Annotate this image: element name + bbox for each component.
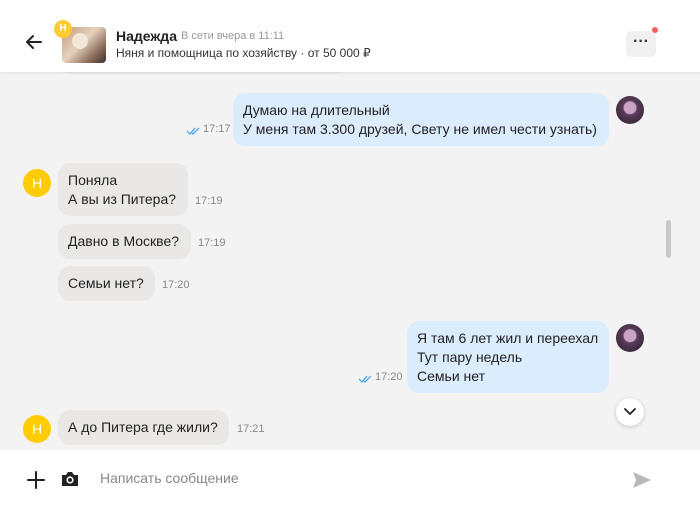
chevron-down-icon	[624, 408, 636, 416]
my-avatar	[616, 324, 644, 352]
contact-name[interactable]: Надежда	[116, 28, 177, 44]
message-bubble-incoming[interactable]: Давно в Москве?	[58, 224, 191, 259]
more-icon: ···	[633, 33, 649, 50]
message-line: У меня там 3.300 друзей, Свету не имел ч…	[243, 121, 597, 137]
listing-subtitle[interactable]: Няня и помощница по хозяйству · от 50 00…	[116, 46, 371, 60]
back-button[interactable]	[24, 32, 44, 52]
message-time: 17:20	[162, 279, 190, 291]
contact-status: В сети вчера в 11:11	[181, 30, 285, 42]
message-line: А до Питера где жили?	[68, 419, 218, 435]
message-bubble-incoming[interactable]: Поняла А вы из Питера?	[58, 163, 188, 216]
message-line: Думаю на длительный	[243, 102, 390, 118]
message-time: 17:21	[237, 423, 265, 435]
notification-dot	[651, 26, 659, 34]
camera-icon[interactable]	[60, 470, 80, 488]
message-composer	[0, 450, 700, 525]
message-line: Я там 6 лет жил и переехал	[417, 330, 599, 346]
message-input[interactable]	[100, 466, 600, 490]
plus-icon[interactable]	[26, 470, 46, 490]
message-line: Семьи нет	[417, 368, 485, 384]
scrollbar-thumb[interactable]	[666, 220, 671, 258]
contact-badge: Н	[54, 20, 72, 38]
message-line: А вы из Питера?	[68, 191, 177, 207]
message-line: Тут пару недель	[417, 349, 523, 365]
message-bubble-outgoing[interactable]: Думаю на длительный У меня там 3.300 дру…	[233, 93, 609, 146]
contact-avatar[interactable]: Н	[54, 20, 106, 64]
message-time: 17:20	[375, 371, 403, 383]
my-avatar	[616, 96, 644, 124]
message-line: Давно в Москве?	[68, 233, 180, 249]
contact-avatar-small: Н	[23, 415, 51, 443]
message-bubble-partial	[58, 72, 348, 74]
send-icon[interactable]	[632, 471, 652, 489]
message-list[interactable]: 17:17 Думаю на длительный У меня там 3.3…	[0, 72, 700, 450]
message-bubble-incoming[interactable]: А до Питера где жили?	[58, 410, 229, 445]
message-time: 17:19	[198, 237, 226, 249]
message-bubble-outgoing[interactable]: Я там 6 лет жил и переехал Тут пару неде…	[407, 321, 609, 393]
message-bubble-incoming[interactable]: Семьи нет?	[58, 266, 155, 301]
message-line: Семьи нет?	[68, 275, 144, 291]
message-line: Поняла	[68, 172, 118, 188]
read-ticks-icon	[186, 127, 200, 135]
chat-header: Н Надежда В сети вчера в 11:11 Няня и по…	[0, 0, 700, 72]
scroll-down-button[interactable]	[616, 398, 644, 426]
contact-avatar-small: Н	[23, 169, 51, 197]
message-time: 17:19	[195, 195, 223, 207]
message-time: 17:17	[203, 123, 231, 135]
more-button[interactable]: ···	[626, 31, 656, 57]
arrow-left-icon	[26, 35, 42, 49]
read-ticks-icon	[358, 375, 372, 383]
